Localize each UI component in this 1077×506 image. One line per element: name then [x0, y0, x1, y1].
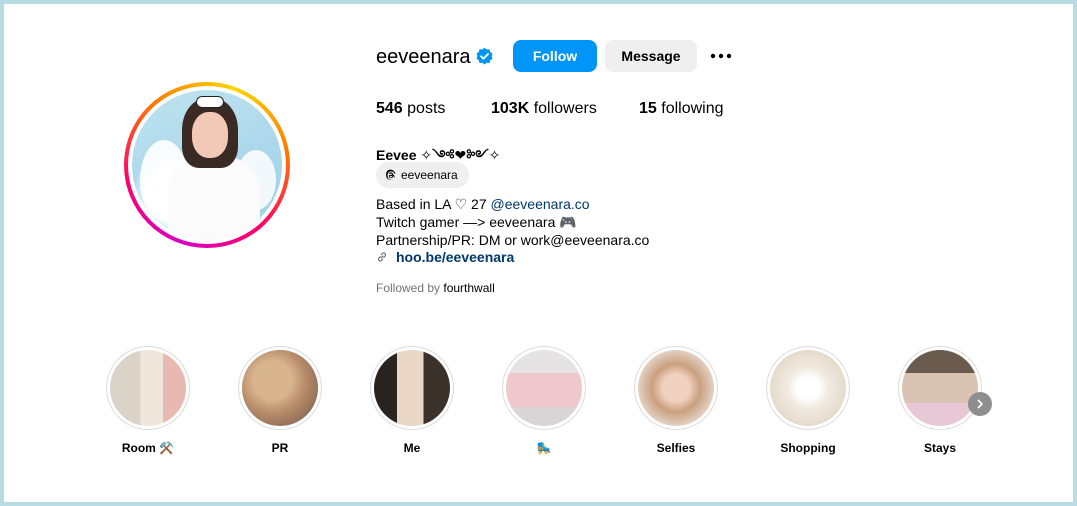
profile-avatar[interactable]	[124, 82, 290, 248]
highlight-cover	[902, 350, 978, 426]
highlight-label: PR	[271, 441, 289, 455]
website-url: hoo.be/eeveenara	[396, 249, 515, 265]
bio-mention-link[interactable]: @eeveenara.co	[491, 196, 590, 212]
verified-badge-icon	[476, 47, 493, 65]
highlight-me[interactable]: Me	[370, 346, 454, 455]
highlight-label: Me	[403, 441, 421, 455]
bio-line-1: Based in LA ♡ 27 @eeveenara.co	[376, 196, 590, 213]
followers-label: followers	[533, 100, 597, 117]
threads-badge[interactable]: eeveenara	[376, 162, 469, 188]
profile-username: eeveenara	[376, 46, 471, 68]
highlight-cover	[110, 350, 186, 426]
highlight-cover	[506, 350, 582, 426]
highlight-cover	[770, 350, 846, 426]
highlight-room[interactable]: Room ⚒️	[106, 346, 190, 455]
follow-button[interactable]: Follow	[513, 40, 597, 72]
highlight-shopping[interactable]: Shopping	[766, 346, 850, 455]
following-count: 15	[639, 100, 657, 117]
threads-icon	[386, 169, 396, 180]
bio-line-2: Twitch gamer —> eeveenara 🎮	[376, 214, 577, 230]
profile-page: eeveenara Follow Message 546 posts 103K …	[4, 4, 1073, 502]
highlight-label: Room ⚒️	[121, 441, 175, 455]
highlight-label: Shopping	[780, 441, 836, 455]
avatar-photo	[132, 90, 282, 240]
highlight-selfies[interactable]: Selfies	[634, 346, 718, 455]
posts-count: 546	[376, 100, 403, 117]
followers-stat[interactable]: 103K followers	[491, 100, 597, 118]
message-button[interactable]: Message	[605, 40, 697, 72]
highlight-cover	[374, 350, 450, 426]
highlight-cover	[638, 350, 714, 426]
posts-stat: 546 posts	[376, 100, 445, 118]
highlight-label: 🛼	[536, 441, 552, 455]
chevron-right-icon	[977, 399, 983, 409]
followed-by-user: fourthwall	[443, 281, 495, 295]
followers-count: 103K	[491, 100, 530, 117]
highlight-label: Selfies	[656, 441, 696, 455]
highlight-skate[interactable]: 🛼	[502, 346, 586, 455]
bio-line-3: Partnership/PR: DM or work@eeveenara.co	[376, 232, 650, 248]
link-icon	[377, 252, 387, 262]
followed-by-prefix: Followed by	[376, 281, 444, 295]
followed-by[interactable]: Followed by fourthwall	[376, 281, 495, 295]
more-options-icon[interactable]	[709, 48, 733, 64]
posts-label: posts	[407, 100, 446, 117]
highlight-cover	[242, 350, 318, 426]
website-link[interactable]: hoo.be/eeveenara	[376, 249, 514, 265]
highlight-pr[interactable]: PR	[238, 346, 322, 455]
highlight-label: Stays	[923, 441, 957, 455]
highlights-next-button[interactable]	[968, 392, 992, 416]
following-stat[interactable]: 15 following	[639, 100, 724, 118]
following-label: following	[661, 100, 724, 117]
threads-handle: eeveenara	[401, 168, 458, 182]
bio-location-text: Based in LA ♡ 27	[376, 196, 491, 212]
